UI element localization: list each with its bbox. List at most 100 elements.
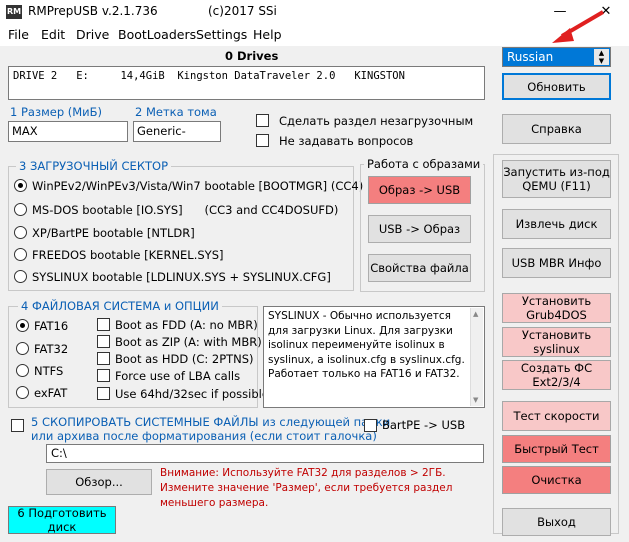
info-scrollbar[interactable]: ▲ ▼: [470, 308, 483, 406]
volume-label: 2 Метка тома: [135, 105, 217, 119]
install-grub-label-1: Установить: [521, 294, 592, 308]
language-select[interactable]: Russian ▲ ▼: [502, 47, 611, 67]
no-questions-checkbox[interactable]: [256, 134, 269, 147]
boot-label-msdos: MS-DOS bootable [IO.SYS] (CC3 and CC4DOS…: [32, 203, 339, 217]
usb-to-image-label: USB -> Образ: [378, 222, 461, 236]
boot-as-fdd-checkbox[interactable]: [97, 318, 110, 331]
browse-button[interactable]: Обзор...: [46, 469, 152, 495]
no-questions-label: Не задавать вопросов: [279, 134, 414, 148]
speed-test-button[interactable]: Тест скорости: [502, 401, 611, 431]
fs-label-fat16: FAT16: [34, 319, 69, 333]
menu-help[interactable]: Help: [253, 27, 282, 42]
boot-as-hdd-checkbox[interactable]: [97, 352, 110, 365]
eject-button[interactable]: Извлечь диск: [502, 209, 611, 239]
boot-radio-xp[interactable]: [14, 226, 27, 239]
refresh-button[interactable]: Обновить: [502, 73, 611, 100]
fs-label-exfat: exFAT: [34, 386, 68, 400]
image-to-usb-button[interactable]: Образ -> USB: [368, 176, 471, 204]
use-64hd-checkbox[interactable]: [97, 387, 110, 400]
app-icon: RM: [6, 5, 22, 19]
window-title: RMPrepUSB v.2.1.736: [28, 4, 158, 18]
size-input[interactable]: MAX: [8, 121, 128, 142]
boot-sector-title: 3 ЗАГРУЗОЧНЫЙ СЕКТОР: [16, 159, 172, 173]
menu-drive[interactable]: Drive: [76, 27, 109, 42]
menu-settings[interactable]: Settings: [196, 27, 247, 42]
copy-files-label-1: 5 СКОПИРОВАТЬ СИСТЕМНЫЕ ФАЙЛЫ из следующ…: [31, 415, 391, 429]
title-bar: RM RMPrepUSB v.2.1.736 (c)2017 SSi — ✕: [0, 0, 629, 24]
menu-edit[interactable]: Edit: [41, 27, 65, 42]
browse-label: Обзор...: [75, 475, 123, 489]
force-lba-label: Force use of LBA calls: [115, 369, 241, 383]
boot-as-hdd-label: Boot as HDD (C: 2PTNS): [115, 352, 254, 366]
copy-files-checkbox[interactable]: [11, 419, 24, 432]
boot-radio-syslinux[interactable]: [14, 270, 27, 283]
boot-label-freedos: FREEDOS bootable [KERNEL.SYS]: [32, 248, 224, 262]
boot-label-winpe: WinPEv2/WinPEv3/Vista/Win7 bootable [BOO…: [32, 179, 364, 193]
help-button-label: Справка: [531, 122, 582, 136]
copy-files-label-2: или архива после форматирования (если ст…: [31, 429, 377, 443]
exit-button[interactable]: Выход: [502, 508, 611, 536]
usb-mbr-info-label: USB MBR Инфо: [511, 256, 602, 270]
drives-header: 0 Drives: [225, 49, 279, 63]
clean-button[interactable]: Очистка: [502, 466, 611, 494]
menu-file[interactable]: File: [8, 27, 29, 42]
info-text[interactable]: SYSLINUX - Обычно используется для загру…: [263, 306, 485, 408]
create-ext-label: Создать ФС Ext2/3/4: [520, 361, 593, 389]
source-path-input[interactable]: C:\: [46, 444, 484, 463]
exit-label: Выход: [537, 515, 576, 529]
install-grub4dos-button[interactable]: Установить Grub4DOS: [502, 293, 611, 323]
usb-to-image-button[interactable]: USB -> Образ: [368, 215, 471, 243]
help-button[interactable]: Справка: [502, 114, 611, 144]
use-64hd-label: Use 64hd/32sec if possible: [115, 387, 269, 401]
run-qemu-label-1: Запустить из-под: [503, 165, 610, 179]
file-properties-button[interactable]: Свойства файла: [368, 254, 471, 282]
language-select-value: Russian: [507, 50, 554, 64]
quick-test-label: Быстрый Тест: [514, 442, 599, 456]
volume-input[interactable]: Generic-: [133, 121, 221, 142]
spin-arrows-icon[interactable]: ▲ ▼: [594, 49, 609, 65]
clean-label: Очистка: [531, 473, 582, 487]
usb-mbr-info-button[interactable]: USB MBR Инфо: [502, 248, 611, 278]
install-syslinux-button[interactable]: Установить syslinux: [502, 327, 611, 357]
fs-label-fat32: FAT32: [34, 342, 69, 356]
boot-radio-freedos[interactable]: [14, 248, 27, 261]
window-copyright: (c)2017 SSi: [208, 4, 277, 18]
force-lba-checkbox[interactable]: [97, 369, 110, 382]
install-syslinux-label: Установить syslinux: [521, 328, 592, 356]
size-label: 1 Размер (МиБ): [10, 105, 103, 119]
install-grub-label-2: Grub4DOS: [526, 308, 587, 322]
warning-text: Внимание: Используйте FAT32 для разделов…: [160, 467, 453, 509]
run-qemu-label-2: QEMU (F11): [522, 179, 591, 193]
boot-label-syslinux: SYSLINUX bootable [LDLINUX.SYS + SYSLINU…: [32, 270, 331, 284]
boot-as-zip-checkbox[interactable]: [97, 335, 110, 348]
non-bootable-checkbox[interactable]: [256, 114, 269, 127]
boot-radio-msdos[interactable]: [14, 203, 27, 216]
prepare-disk-label: 6 Подготовить диск: [17, 506, 107, 534]
images-title: Работа с образами: [364, 157, 484, 171]
create-ext-button[interactable]: Создать ФС Ext2/3/4: [502, 360, 611, 390]
boot-label-xp: XP/BartPE bootable [NTLDR]: [32, 226, 195, 240]
fs-label-ntfs: NTFS: [34, 364, 64, 378]
scroll-up-icon[interactable]: ▲: [473, 310, 478, 318]
filesystem-title: 4 ФАЙЛОВАЯ СИСТЕМА и ОПЦИИ: [18, 299, 222, 313]
fs-radio-exfat[interactable]: [16, 386, 29, 399]
run-qemu-button[interactable]: Запустить из-под QEMU (F11): [502, 160, 611, 198]
scroll-down-icon[interactable]: ▼: [473, 396, 478, 404]
fs-radio-ntfs[interactable]: [16, 364, 29, 377]
prepare-disk-button[interactable]: 6 Подготовить диск: [8, 506, 116, 534]
boot-as-zip-label: Boot as ZIP (A: with MBR): [115, 335, 262, 349]
menu-bar: File Edit Drive BootLoaders Settings Hel…: [0, 24, 629, 46]
red-arrow-icon: [552, 10, 605, 43]
bartpe-label: BartPE -> USB: [382, 418, 466, 432]
file-properties-label: Свойства файла: [370, 261, 469, 275]
refresh-button-label: Обновить: [527, 79, 586, 94]
bartpe-checkbox[interactable]: [364, 419, 377, 432]
drive-list[interactable]: DRIVE 2 E: 14,4GiB Kingston DataTraveler…: [8, 66, 485, 100]
menu-bootloaders[interactable]: BootLoaders: [118, 27, 196, 42]
speed-test-label: Тест скорости: [513, 409, 600, 423]
boot-as-fdd-label: Boot as FDD (A: no MBR): [115, 318, 258, 332]
fs-radio-fat32[interactable]: [16, 342, 29, 355]
boot-radio-winpe[interactable]: [14, 179, 27, 192]
quick-test-button[interactable]: Быстрый Тест: [502, 435, 611, 463]
fs-radio-fat16[interactable]: [16, 319, 29, 332]
